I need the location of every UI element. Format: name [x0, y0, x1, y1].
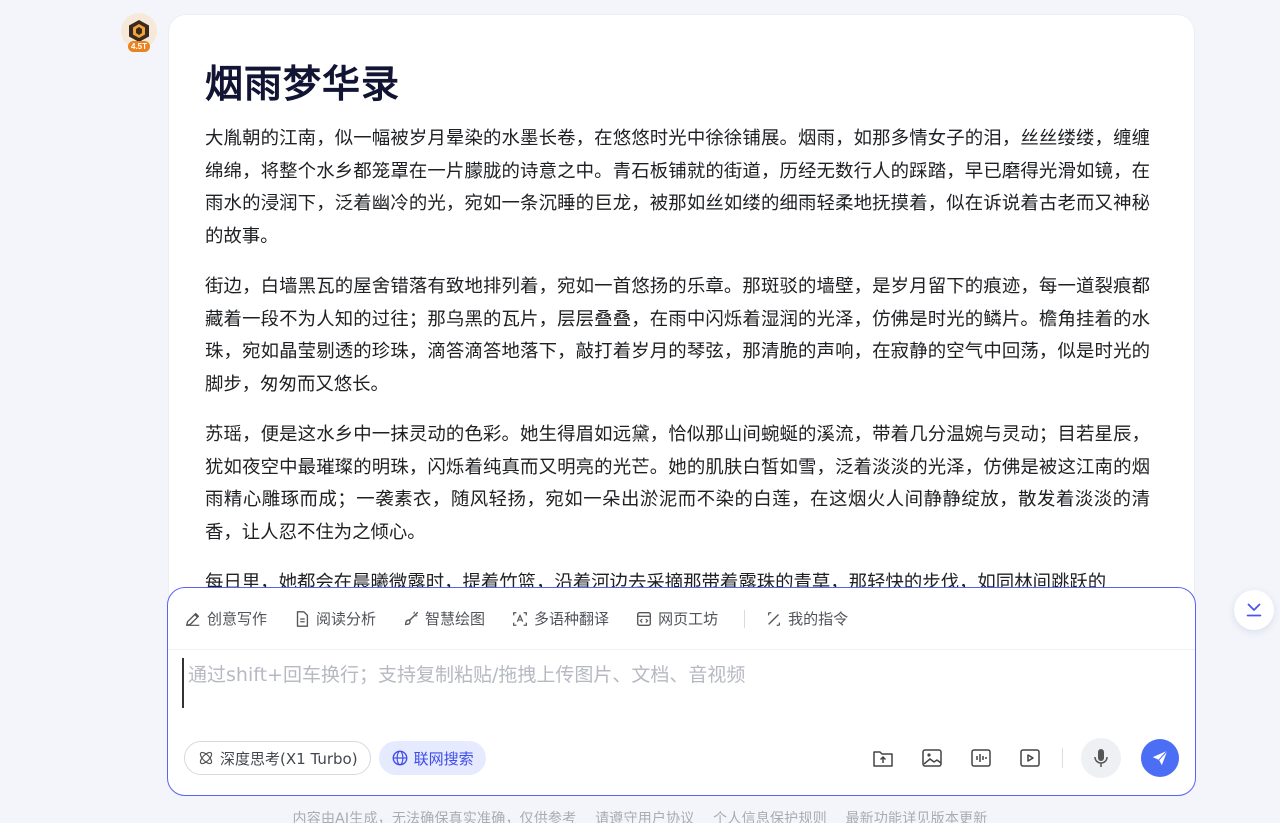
composer-actions: 深度思考(X1 Turbo) 联网搜索	[184, 738, 1179, 778]
actions-divider	[1062, 748, 1063, 768]
tool-smart-drawing[interactable]: 智慧绘图	[402, 608, 485, 629]
brush-icon	[404, 611, 419, 625]
upload-folder-icon	[873, 751, 893, 767]
media-tools	[846, 738, 1179, 778]
translate-icon	[513, 611, 527, 626]
chevron-down-icon	[1246, 603, 1262, 617]
toolbar-divider	[744, 609, 746, 628]
audio-icon	[971, 749, 991, 767]
tool-label: 网页工坊	[658, 610, 719, 628]
article-paragraph: 街边，白墙黑瓦的屋舍错落有致地排列着，宛如一首悠扬的乐章。那斑驳的墙壁，是岁月留…	[205, 276, 1150, 395]
webpage-icon	[637, 611, 652, 626]
footer-link-updates[interactable]: 最新功能详见版本更新	[845, 811, 987, 823]
voice-input-button[interactable]	[1081, 738, 1121, 778]
deep-think-label: 深度思考(X1 Turbo)	[220, 749, 358, 768]
video-icon	[1020, 749, 1040, 767]
web-search-label: 联网搜索	[413, 749, 474, 768]
tool-label: 创意写作	[207, 610, 268, 628]
scroll-to-bottom-button[interactable]	[1234, 590, 1274, 630]
tool-web-workshop[interactable]: 网页工坊	[635, 608, 718, 629]
article-title: 烟雨梦华录	[205, 62, 401, 106]
article-paragraph: 大胤朝的江南，似一幅被岁月晕染的水墨长卷，在悠悠时光中徐徐铺展。烟雨，如那多情女…	[205, 128, 1150, 247]
send-icon	[1152, 750, 1168, 766]
web-search-toggle[interactable]: 联网搜索	[378, 741, 486, 775]
upload-audio-button[interactable]	[969, 746, 993, 770]
globe-icon	[392, 750, 407, 766]
upload-video-button[interactable]	[1018, 746, 1042, 770]
model-version-badge: 4.5T	[127, 41, 151, 52]
chat-composer: 创意写作 阅读分析 智慧绘图 多语种翻译 网页工坊 我的指令 深度思考(X1	[167, 587, 1196, 796]
tool-label: 智慧绘图	[425, 610, 486, 628]
send-button[interactable]	[1141, 739, 1179, 777]
command-icon	[768, 611, 781, 626]
skill-toolbar: 创意写作 阅读分析 智慧绘图 多语种翻译 网页工坊 我的指令	[168, 588, 1195, 650]
footer-item: 内容由AI生成，无法确保真实准确，仅供参考	[292, 811, 577, 823]
tool-translation[interactable]: 多语种翻译	[511, 608, 609, 629]
message-input[interactable]	[182, 658, 1162, 708]
upload-folder-button[interactable]	[871, 746, 895, 770]
assistant-avatar: 4.5T	[121, 13, 157, 52]
upload-image-button[interactable]	[920, 746, 944, 770]
footer-link-privacy[interactable]: 个人信息保护规则	[713, 811, 827, 823]
atom-icon	[199, 751, 213, 765]
microphone-icon	[1094, 749, 1108, 767]
tool-my-commands[interactable]: 我的指令	[765, 608, 848, 629]
footer-disclaimer: 内容由AI生成，无法确保真实准确，仅供参考 请遵守用户协议 个人信息保护规则 最…	[0, 808, 1280, 823]
deep-think-toggle[interactable]: 深度思考(X1 Turbo)	[184, 741, 371, 775]
document-icon	[296, 610, 309, 627]
tool-label: 我的指令	[788, 610, 849, 628]
input-wrapper	[182, 658, 1162, 708]
article-paragraph: 苏瑶，便是这水乡中一抹灵动的色彩。她生得眉如远黛，恰似那山间蜿蜒的溪流，带着几分…	[205, 424, 1150, 543]
tool-reading-analysis[interactable]: 阅读分析	[293, 608, 376, 629]
tool-creative-writing[interactable]: 创意写作	[184, 608, 267, 629]
image-icon	[922, 749, 942, 767]
pen-icon	[186, 612, 200, 626]
footer-link-user-agreement[interactable]: 请遵守用户协议	[595, 811, 694, 823]
tool-label: 多语种翻译	[534, 610, 610, 628]
tool-label: 阅读分析	[316, 610, 377, 628]
assistant-message-card: 烟雨梦华录 大胤朝的江南，似一幅被岁月晕染的水墨长卷，在悠悠时光中徐徐铺展。烟雨…	[168, 14, 1195, 624]
